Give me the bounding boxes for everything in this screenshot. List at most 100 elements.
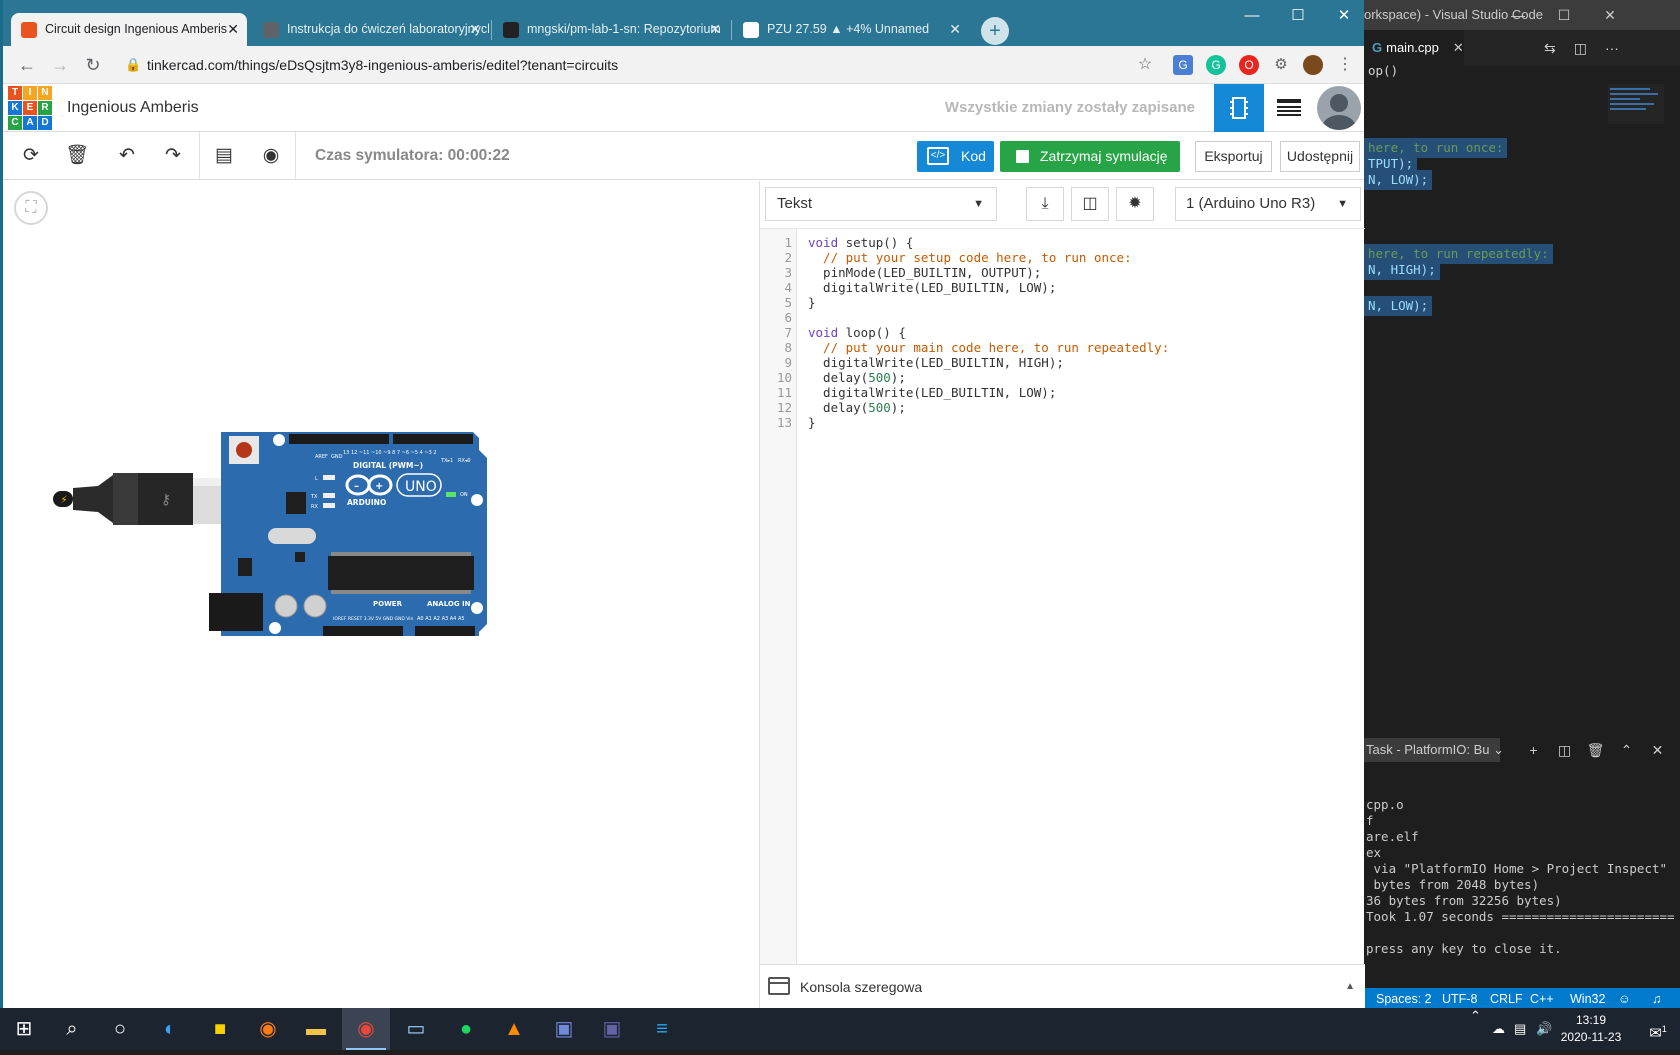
code-mode-select[interactable]: Tekst ▼ <box>765 187 997 221</box>
vscode-icon[interactable]: ≡ <box>638 1008 686 1050</box>
vscode-code-line: op() <box>1364 61 1402 81</box>
profile-avatar[interactable] <box>1303 55 1323 75</box>
new-tab-button[interactable]: + <box>981 17 1009 45</box>
project-name[interactable]: Ingenious Amberis <box>67 84 199 132</box>
extensions-icon[interactable]: ⚙ <box>1271 55 1291 75</box>
vscode-close-button[interactable]: ✕ <box>1587 0 1633 30</box>
delete-icon[interactable]: 🗑 <box>61 140 93 172</box>
close-icon[interactable]: ✕ <box>1453 40 1464 55</box>
browser-tab[interactable]: PZU 27.59 ▲ +4% Unnamed ✕ <box>733 13 969 46</box>
laptop-app-icon[interactable]: ▭ <box>392 1008 440 1050</box>
windows-start-icon[interactable]: ⊞ <box>0 1008 48 1050</box>
back-icon[interactable]: ← <box>13 52 41 78</box>
vscode-maximize-button[interactable]: ☐ <box>1541 0 1587 30</box>
board-select[interactable]: 1 (Arduino Uno R3) ▼ <box>1175 187 1361 221</box>
reload-icon[interactable]: ↻ <box>79 52 107 78</box>
grammarly-icon[interactable]: G <box>1206 55 1226 75</box>
url-field[interactable]: 🔒 tinkercad.com/things/eDsQsjtm3y8-ingen… <box>121 50 1121 80</box>
sticky-notes-icon[interactable]: ■ <box>196 1008 244 1050</box>
split-terminal-icon[interactable]: ◫ <box>1549 736 1580 764</box>
stop-simulation-button[interactable]: Zatrzymaj symulację <box>1000 141 1180 172</box>
status-spaces[interactable]: Spaces: 2 <box>1376 988 1432 1008</box>
star-icon[interactable]: ☆ <box>1135 55 1155 75</box>
arduino-uno-board[interactable]: ⚡ ⚷ DIGITAL (PWM~) AREF GND 13 12 ~11 ~1… <box>53 428 523 658</box>
spotify-icon[interactable]: ● <box>442 1008 490 1050</box>
close-tab-icon[interactable]: ✕ <box>469 13 481 46</box>
code-line: void loop() { <box>808 325 906 341</box>
code-editor[interactable]: void setup() { // put your setup code he… <box>760 229 1365 964</box>
debugger-icon[interactable]: ✹ <box>1116 187 1154 221</box>
cortana-icon[interactable]: ○ <box>96 1008 144 1050</box>
share-button[interactable]: Udostępnij <box>1280 141 1360 172</box>
clock[interactable]: 13:19 2020-11-23 <box>1556 1012 1626 1046</box>
feedback-icon[interactable]: ☺ <box>1618 988 1631 1008</box>
logo-letter: R <box>38 101 52 115</box>
chevron-up-icon[interactable]: ⌃ <box>1470 1008 1481 1024</box>
more-icon[interactable]: ··· <box>1605 40 1619 56</box>
add-terminal-icon[interactable]: + <box>1518 736 1549 764</box>
close-tab-icon[interactable]: ✕ <box>227 13 239 46</box>
close-tab-icon[interactable]: ✕ <box>949 13 961 46</box>
split-editor-icon[interactable]: ◫ <box>1574 40 1587 56</box>
vlc-icon[interactable]: ▲ <box>490 1008 538 1050</box>
vscode-minimize-button[interactable]: — <box>1495 0 1541 30</box>
status-language[interactable]: C++ <box>1530 988 1554 1008</box>
browser-tab[interactable]: mngski/pm-lab-1-sn: Repozytorium ✕ <box>493 13 729 46</box>
discord-icon[interactable]: ▣ <box>540 1008 588 1050</box>
file-explorer-icon[interactable]: ▬ <box>292 1008 340 1050</box>
code-button[interactable]: </> Kod <box>917 141 994 172</box>
edge-icon[interactable]: ◐ <box>146 1008 194 1050</box>
terminal-line: f <box>1366 813 1374 828</box>
notes-icon[interactable]: ▤ <box>208 140 240 172</box>
undo-icon[interactable]: ↶ <box>111 140 143 172</box>
serial-monitor-bar[interactable]: Konsola szeregowa ▲ <box>760 964 1365 1008</box>
forward-icon[interactable]: → <box>46 52 74 78</box>
user-avatar[interactable] <box>1317 86 1361 130</box>
notification-center-icon[interactable]: ✉1 <box>1638 1008 1678 1050</box>
opera-icon[interactable]: O <box>1239 55 1259 75</box>
status-platform[interactable]: Win32 <box>1570 988 1605 1008</box>
component-list-button[interactable] <box>1264 84 1314 132</box>
rotate-icon[interactable]: ⟳ <box>15 140 47 172</box>
fit-view-icon[interactable]: ⛶ <box>14 191 48 225</box>
close-tab-icon[interactable]: ✕ <box>709 13 721 46</box>
status-encoding[interactable]: UTF-8 <box>1442 988 1477 1008</box>
tinkercad-logo[interactable]: TIN KER CAD <box>8 86 52 130</box>
download-icon[interactable]: ⤓ <box>1026 187 1064 221</box>
libraries-icon[interactable]: ◫ <box>1071 187 1109 221</box>
redo-icon[interactable]: ↷ <box>157 140 189 172</box>
browser-tab[interactable]: Circuit design Ingenious Amberis ✕ <box>11 13 247 46</box>
onedrive-icon[interactable]: ☁ <box>1492 1008 1505 1050</box>
terminal-line: are.elf <box>1366 829 1419 844</box>
chevron-up-icon[interactable]: ⌃ <box>1611 736 1642 764</box>
vscode-terminal[interactable]: cpp.o f are.elf ex via "PlatformIO Home > P… <box>1364 796 1680 996</box>
browser-tab[interactable]: Instrukcja do ćwiczeń laboratoryjnych ✕ <box>253 13 489 46</box>
trash-icon[interactable]: 🗑 <box>1580 736 1611 764</box>
compare-icon[interactable]: ⇆ <box>1544 40 1556 56</box>
maximize-button[interactable]: ☐ <box>1275 2 1321 30</box>
close-button[interactable]: ✕ <box>1321 2 1367 30</box>
bell-icon[interactable]: ♫ <box>1652 988 1661 1008</box>
circuit-view-button[interactable] <box>1214 84 1264 132</box>
circuit-canvas[interactable]: ⛶ ⚡ ⚷ DIGITAL (PWM~) AREF GND 13 12 ~11 … <box>3 181 759 1008</box>
status-eol[interactable]: CRLF <box>1490 988 1523 1008</box>
translate-icon[interactable]: G <box>1173 55 1193 75</box>
minimize-button[interactable]: — <box>1229 2 1275 30</box>
chrome-icon[interactable]: ◉ <box>342 1008 390 1050</box>
terminal-select[interactable]: Task - PlatformIO: Bu ⌄ <box>1364 738 1504 762</box>
network-icon[interactable]: ▤ <box>1514 1008 1526 1050</box>
code-line: } <box>808 415 816 431</box>
eye-icon[interactable]: ◉ <box>255 140 287 172</box>
close-icon[interactable]: ✕ <box>1642 736 1673 764</box>
firefox-icon[interactable]: ◉ <box>244 1008 292 1050</box>
notification-count: 1 <box>1661 1024 1667 1034</box>
vscode-minimap[interactable] <box>1608 84 1664 124</box>
vscode-editor[interactable]: op() here, to run once: TPUT); N, LOW); here… <box>1364 63 1680 730</box>
export-button[interactable]: Eksportuj <box>1195 141 1272 172</box>
caret-up-icon[interactable]: ▲ <box>1345 965 1355 1009</box>
search-icon[interactable]: ⌕ <box>48 1008 96 1050</box>
menu-icon[interactable]: ⋮ <box>1335 55 1355 75</box>
power-label: POWER <box>373 600 403 608</box>
volume-icon[interactable]: 🔊 <box>1536 1008 1552 1050</box>
teams-icon[interactable]: ▣ <box>588 1008 636 1050</box>
